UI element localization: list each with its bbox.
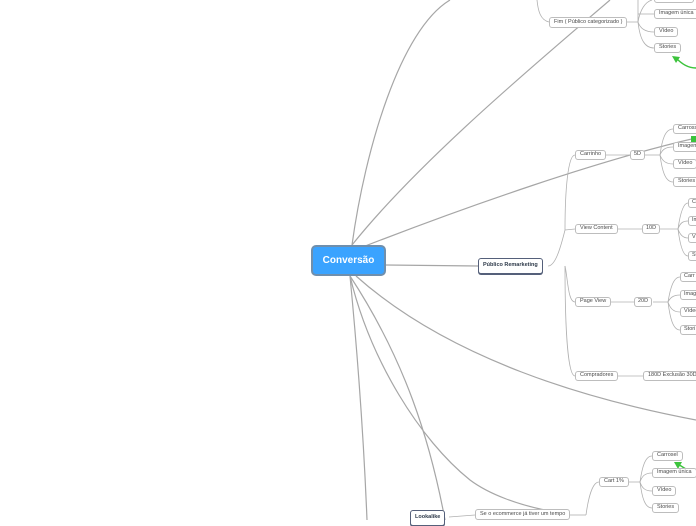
- node-cart-imagem[interactable]: Imagem única: [652, 468, 696, 478]
- node-cart-stories[interactable]: Stories: [652, 503, 680, 513]
- node-carrinho-carrossel[interactable]: Carrossel: [673, 124, 696, 134]
- node-compradores-window[interactable]: 180D Exclusão 30D: [643, 371, 696, 381]
- node-page-view[interactable]: Page View: [575, 297, 612, 307]
- node-fim-imagem[interactable]: Imagem única: [654, 9, 696, 19]
- node-view-content-im[interactable]: Im: [688, 216, 696, 226]
- node-carrinho-window[interactable]: 5D: [630, 150, 646, 160]
- node-page-view-window[interactable]: 20D: [634, 297, 653, 307]
- node-fim[interactable]: Fim ( Público categorizado ): [549, 17, 628, 28]
- node-carrinho[interactable]: Carrinho: [575, 150, 607, 160]
- node-view-content-c[interactable]: C: [688, 198, 696, 208]
- node-lookalike[interactable]: Lookalike: [410, 510, 446, 526]
- node-view-content-window[interactable]: 10D: [642, 224, 661, 234]
- node-compradores[interactable]: Compradores: [575, 371, 619, 381]
- node-page-view-imag[interactable]: Imag: [680, 290, 696, 300]
- node-carrinho-imagem[interactable]: Imagem: [673, 142, 696, 152]
- node-page-view-video[interactable]: Vídeo: [680, 307, 696, 317]
- node-carrinho-stories[interactable]: Stories: [673, 177, 696, 187]
- node-fim-video[interactable]: Vídeo: [654, 27, 679, 37]
- node-publico-remarketing[interactable]: Público Remarketing: [478, 258, 543, 274]
- node-view-content[interactable]: View Content: [575, 224, 618, 234]
- node-page-view-stori[interactable]: Stori: [680, 325, 696, 335]
- node-lookalike-note[interactable]: Se o ecommerce já tiver um tempo: [475, 509, 571, 520]
- root-node[interactable]: Conversão: [311, 245, 386, 276]
- node-fim-top-partial[interactable]: [654, 0, 694, 3]
- relation-arrow-stories: [675, 57, 696, 69]
- node-view-content-st[interactable]: St: [688, 251, 696, 261]
- node-carrinho-video[interactable]: Vídeo: [673, 159, 696, 169]
- node-view-content-v[interactable]: V: [688, 233, 696, 243]
- node-cart-carrosel[interactable]: Carrosel: [652, 451, 683, 461]
- node-cart-1[interactable]: Cart 1%: [599, 477, 629, 487]
- node-page-view-carr[interactable]: Carr: [680, 272, 696, 282]
- node-cart-video[interactable]: Vídeo: [652, 486, 677, 496]
- node-fim-stories[interactable]: Stories: [654, 43, 682, 53]
